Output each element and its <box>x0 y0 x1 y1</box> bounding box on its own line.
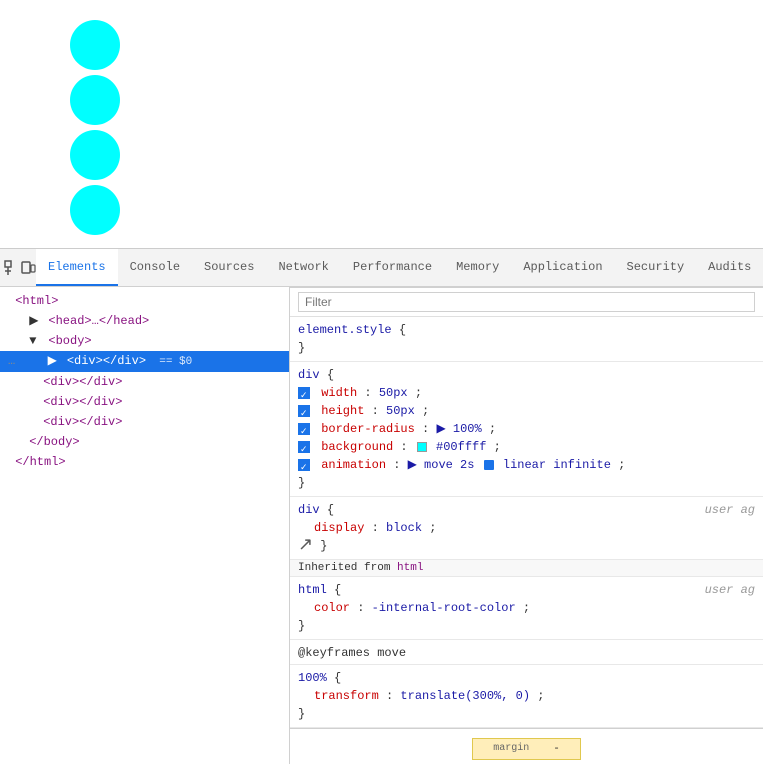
device-icon[interactable] <box>20 254 36 282</box>
css-value-color[interactable]: -internal-root-color <box>372 601 516 615</box>
inherited-tag-ref[interactable]: html <box>397 562 423 574</box>
checkbox-border-radius[interactable] <box>298 423 310 435</box>
dom-line-div4[interactable]: <div></div> <box>0 412 289 432</box>
css-brace-open: { <box>399 323 406 337</box>
css-value-height[interactable]: 50px <box>386 404 415 418</box>
tag-div4: <div></div> <box>43 415 122 429</box>
css-brace-close-div: } <box>298 476 305 490</box>
box-model-bar: margin - <box>290 728 763 764</box>
box-model-item: margin - <box>472 738 581 760</box>
tab-console[interactable]: Console <box>118 249 192 286</box>
inherited-label: Inherited from html <box>290 560 763 577</box>
dom-line-body[interactable]: ▼ <body> <box>0 331 289 351</box>
devtools-toolbar: Elements Console Sources Network Perform… <box>0 249 763 287</box>
css-rule-keyframes-100: 100% { transform : translate(300%, 0) ; … <box>290 665 763 728</box>
keyframes-section: @keyframes move <box>290 640 763 665</box>
css-prop-background: background <box>321 440 393 454</box>
css-brace-open-div: { <box>327 368 334 382</box>
circle-3 <box>70 130 120 180</box>
tab-network[interactable]: Network <box>266 249 340 286</box>
dom-panel: <html> ▶ <head>…</head> ▼ <body> … ▶ <di… <box>0 287 290 764</box>
circle-4 <box>70 185 120 235</box>
css-display-line: display : block ; <box>298 521 436 535</box>
dom-line-head[interactable]: ▶ <head>…</head> <box>0 311 289 331</box>
filter-input[interactable] <box>298 292 755 312</box>
devtools-panel: Elements Console Sources Network Perform… <box>0 248 763 764</box>
checkbox-width[interactable] <box>298 387 310 399</box>
arrow-body[interactable]: ▼ <box>29 332 41 350</box>
css-prop-animation: animation <box>321 458 386 472</box>
dom-line-div3[interactable]: <div></div> <box>0 392 289 412</box>
css-selector-html: html <box>298 583 327 597</box>
css-value-animation[interactable]: ▶ move 2s <box>408 458 482 472</box>
checkbox-background[interactable] <box>298 441 310 453</box>
css-selector-element: element.style <box>298 323 392 337</box>
css-prop-transform: transform <box>314 689 379 703</box>
css-value-border-radius[interactable]: ▶ 100% <box>436 422 481 436</box>
animation-icon[interactable] <box>484 460 494 470</box>
dom-line-closebody[interactable]: </body> <box>0 432 289 452</box>
source-label-html: user ag <box>705 581 755 599</box>
inspect-icon[interactable] <box>4 254 20 282</box>
box-model-value: - <box>553 743 560 755</box>
css-rule-element-style: element.style { } <box>290 317 763 362</box>
tab-sources[interactable]: Sources <box>192 249 266 286</box>
css-rule-html: html { user ag color : -internal-root-co… <box>290 577 763 640</box>
styles-panel: Styles Computed Event Listeners DOM Brea… <box>290 287 763 764</box>
css-selector-100: 100% <box>298 671 327 685</box>
page-area <box>0 0 763 248</box>
arrow-div-selected[interactable]: ▶ <box>48 352 60 370</box>
css-brace-close: } <box>298 341 305 355</box>
devtools-tabs: Elements Console Sources Network Perform… <box>36 249 763 286</box>
dom-line-div-selected[interactable]: … ▶ <div></div> == $0 <box>0 351 289 372</box>
css-prop-width: width <box>321 386 357 400</box>
tab-memory[interactable]: Memory <box>444 249 511 286</box>
tab-security[interactable]: Security <box>615 249 697 286</box>
circle-1 <box>70 20 120 70</box>
tab-application[interactable]: Application <box>511 249 614 286</box>
tab-audits[interactable]: Audits <box>696 249 763 286</box>
css-value-transform[interactable]: translate(300%, 0) <box>400 689 530 703</box>
checkbox-height[interactable] <box>298 405 310 417</box>
source-label-useragent: user ag <box>705 501 755 519</box>
tag-head: <head>…</head> <box>48 314 149 328</box>
devtools-body: <html> ▶ <head>…</head> ▼ <body> … ▶ <di… <box>0 287 763 764</box>
tag-html: <html> <box>15 294 58 308</box>
css-prop-height: height <box>321 404 364 418</box>
keyframes-label: @keyframes move <box>298 646 406 660</box>
tag-closebody: </body> <box>29 435 79 449</box>
tag-body: <body> <box>48 334 91 348</box>
css-rule-div-useragent: div { user ag display : block ; ↗ } <box>290 497 763 560</box>
tag-closehtml: </html> <box>15 455 65 469</box>
filter-bar <box>290 288 763 317</box>
tab-elements[interactable]: Elements <box>36 249 118 286</box>
dom-line-div2[interactable]: <div></div> <box>0 372 289 392</box>
box-model-label: margin <box>493 743 529 754</box>
css-rule-div: div { width : 50px ; height : 50px ; bor… <box>290 362 763 497</box>
css-selector-div: div <box>298 368 320 382</box>
css-value-width[interactable]: 50px <box>379 386 408 400</box>
css-prop-color: color <box>314 601 350 615</box>
cursor-arrow: ↗ <box>298 536 313 556</box>
tag-div3: <div></div> <box>43 395 122 409</box>
dom-dot: … <box>8 354 15 368</box>
css-prop-display: display <box>314 521 364 535</box>
css-value-animation-extra: linear infinite <box>503 458 611 472</box>
dom-line-closehtml[interactable]: </html> <box>0 452 289 472</box>
css-value-display[interactable]: block <box>386 521 422 535</box>
circle-2 <box>70 75 120 125</box>
css-transform-line: transform : translate(300%, 0) ; <box>298 689 544 703</box>
arrow-head[interactable]: ▶ <box>29 312 41 330</box>
css-prop-border-radius: border-radius <box>321 422 415 436</box>
dom-line-html[interactable]: <html> <box>0 291 289 311</box>
css-value-background[interactable]: #00ffff <box>436 440 486 454</box>
tag-div-selected: <div></div> <box>67 354 146 368</box>
css-selector-div2: div <box>298 503 320 517</box>
color-swatch-bg[interactable] <box>417 442 427 452</box>
css-color-line: color : -internal-root-color ; <box>298 601 530 615</box>
selected-badge: == $0 <box>159 356 192 368</box>
checkbox-animation[interactable] <box>298 459 310 471</box>
tab-performance[interactable]: Performance <box>341 249 444 286</box>
tag-div2: <div></div> <box>43 375 122 389</box>
